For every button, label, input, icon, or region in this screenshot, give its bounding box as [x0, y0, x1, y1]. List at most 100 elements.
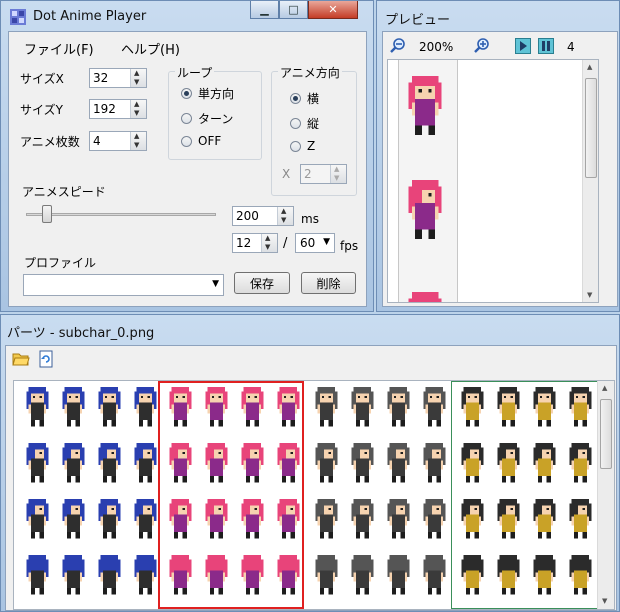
- direction-horizontal-label: 横: [307, 92, 320, 106]
- size-x-spin-buttons[interactable]: ▲ ▼: [130, 69, 146, 87]
- main-window: Dot Anime Player ▁ □ ✕ ファイル(F) ヘルプ(H) サイ…: [0, 0, 374, 312]
- direction-x-input[interactable]: 2 ▲ ▼: [300, 164, 347, 184]
- parts-sprite-cell[interactable]: [58, 555, 89, 598]
- parts-sprite-cell[interactable]: [130, 555, 161, 598]
- direction-z-radio[interactable]: Z: [290, 139, 315, 153]
- parts-sprite-cell[interactable]: [383, 555, 414, 598]
- parts-client: ▲ ▼: [5, 345, 617, 611]
- parts-scrollbar[interactable]: ▲ ▼: [597, 381, 614, 609]
- parts-sprite-cell[interactable]: [130, 443, 161, 486]
- preview-sprite: [402, 180, 448, 242]
- pause-icon[interactable]: [538, 38, 554, 54]
- direction-horizontal-radio[interactable]: 横: [290, 90, 319, 107]
- delete-button[interactable]: 削除: [301, 272, 356, 294]
- loop-off-radio[interactable]: OFF: [181, 134, 221, 148]
- parts-sprite-cell[interactable]: [419, 387, 450, 430]
- parts-sprite-cell[interactable]: [22, 443, 53, 486]
- frames-label: アニメ枚数: [20, 135, 80, 149]
- size-x-value: 32: [93, 71, 109, 85]
- parts-sprite-cell[interactable]: [94, 499, 125, 542]
- size-y-label: サイズY: [20, 103, 63, 117]
- parts-sprite-cell[interactable]: [130, 499, 161, 542]
- green-selection-box[interactable]: [451, 381, 598, 609]
- parts-sprite-cell[interactable]: [383, 387, 414, 430]
- parts-sprite-cell[interactable]: [419, 555, 450, 598]
- direction-x-value: 2: [304, 167, 312, 181]
- parts-sprite-cell[interactable]: [22, 387, 53, 430]
- close-button[interactable]: ✕: [308, 1, 358, 19]
- parts-sprite-cell[interactable]: [94, 387, 125, 430]
- loop-group-title: ループ: [175, 64, 215, 81]
- scroll-down-icon[interactable]: ▼: [602, 597, 607, 605]
- parts-sprite-cell[interactable]: [419, 443, 450, 486]
- direction-z-label: Z: [307, 139, 316, 153]
- size-y-spin-buttons[interactable]: ▲ ▼: [130, 100, 146, 118]
- parts-sprite-cell[interactable]: [311, 387, 342, 430]
- parts-sprite-cell[interactable]: [22, 499, 53, 542]
- size-y-input[interactable]: 192 ▲ ▼: [89, 99, 147, 119]
- reload-icon[interactable]: [38, 350, 54, 368]
- speed-label: アニメスピード: [22, 185, 106, 199]
- scroll-down-icon[interactable]: ▼: [587, 291, 592, 299]
- ms-unit: ms: [301, 212, 319, 226]
- frames-spin-buttons[interactable]: ▲ ▼: [130, 132, 146, 150]
- direction-group-title: アニメ方向: [278, 64, 342, 81]
- fps-select[interactable]: 60 ▼: [295, 233, 335, 253]
- scroll-thumb[interactable]: [600, 399, 612, 469]
- loop-turn-label: ターン: [198, 112, 234, 126]
- parts-sprite-cell[interactable]: [311, 499, 342, 542]
- direction-x-label: X: [282, 167, 291, 181]
- parts-sprite-cell[interactable]: [94, 443, 125, 486]
- scroll-up-icon[interactable]: ▲: [602, 384, 607, 392]
- parts-sprite-cell[interactable]: [347, 387, 378, 430]
- fps-value: 12: [236, 236, 252, 250]
- speed-ms-input[interactable]: 200 ▲ ▼: [232, 206, 294, 226]
- parts-sprite-cell[interactable]: [130, 387, 161, 430]
- parts-sprite-cell[interactable]: [58, 387, 89, 430]
- play-icon[interactable]: [515, 38, 531, 54]
- menu-file[interactable]: ファイル(F): [24, 39, 94, 58]
- parts-sprite-cell[interactable]: [58, 499, 89, 542]
- parts-sprite-cell[interactable]: [58, 443, 89, 486]
- loop-turn-radio[interactable]: ターン: [181, 110, 233, 127]
- size-x-input[interactable]: 32 ▲ ▼: [89, 68, 147, 88]
- fps-spin-buttons[interactable]: ▲ ▼: [261, 234, 277, 252]
- parts-sprite-cell[interactable]: [94, 555, 125, 598]
- preview-scrollbar[interactable]: ▲ ▼: [582, 60, 598, 302]
- parts-sprite-cell[interactable]: [419, 499, 450, 542]
- scroll-thumb[interactable]: [585, 78, 597, 178]
- open-folder-icon[interactable]: [12, 351, 30, 367]
- zoom-in-icon[interactable]: [474, 38, 490, 54]
- frames-input[interactable]: 4 ▲ ▼: [89, 131, 147, 151]
- fps-input[interactable]: 12 ▲ ▼: [232, 233, 278, 253]
- speed-ms-value: 200: [236, 209, 259, 223]
- red-selection-box[interactable]: [158, 381, 304, 609]
- profile-label: プロファイル: [24, 256, 97, 270]
- parts-sprite-cell[interactable]: [22, 555, 53, 598]
- maximize-button[interactable]: □: [279, 1, 308, 19]
- maximize-icon: □: [288, 3, 299, 16]
- parts-sprite-cell[interactable]: [383, 499, 414, 542]
- parts-sprite-cell[interactable]: [311, 555, 342, 598]
- zoom-out-icon[interactable]: [390, 38, 406, 54]
- preview-sprite: [402, 76, 448, 138]
- zoom-level: 200%: [419, 40, 454, 54]
- parts-sprite-cell[interactable]: [383, 443, 414, 486]
- parts-sprite-cell[interactable]: [311, 443, 342, 486]
- direction-vertical-radio[interactable]: 縦: [290, 115, 319, 132]
- profile-select[interactable]: ▼: [23, 274, 224, 296]
- parts-sprite-cell[interactable]: [347, 499, 378, 542]
- save-button[interactable]: 保存: [234, 272, 290, 294]
- slider-thumb[interactable]: [42, 205, 52, 223]
- scroll-up-icon[interactable]: ▲: [587, 63, 592, 71]
- speed-slider[interactable]: [26, 203, 216, 227]
- chevron-down-icon: ▼: [323, 237, 330, 247]
- loop-oneway-radio[interactable]: 単方向: [181, 85, 234, 102]
- minimize-button[interactable]: ▁: [250, 1, 279, 19]
- speed-ms-spin-buttons[interactable]: ▲ ▼: [277, 207, 293, 225]
- main-client: ファイル(F) ヘルプ(H) サイズX 32 ▲ ▼ サイズY 192 ▲ ▼ アニメ枚…: [8, 31, 367, 307]
- preview-window: プレビュー 200% 4 ▲ ▼: [376, 0, 620, 312]
- parts-sprite-cell[interactable]: [347, 443, 378, 486]
- parts-sprite-cell[interactable]: [347, 555, 378, 598]
- menu-help[interactable]: ヘルプ(H): [121, 39, 180, 58]
